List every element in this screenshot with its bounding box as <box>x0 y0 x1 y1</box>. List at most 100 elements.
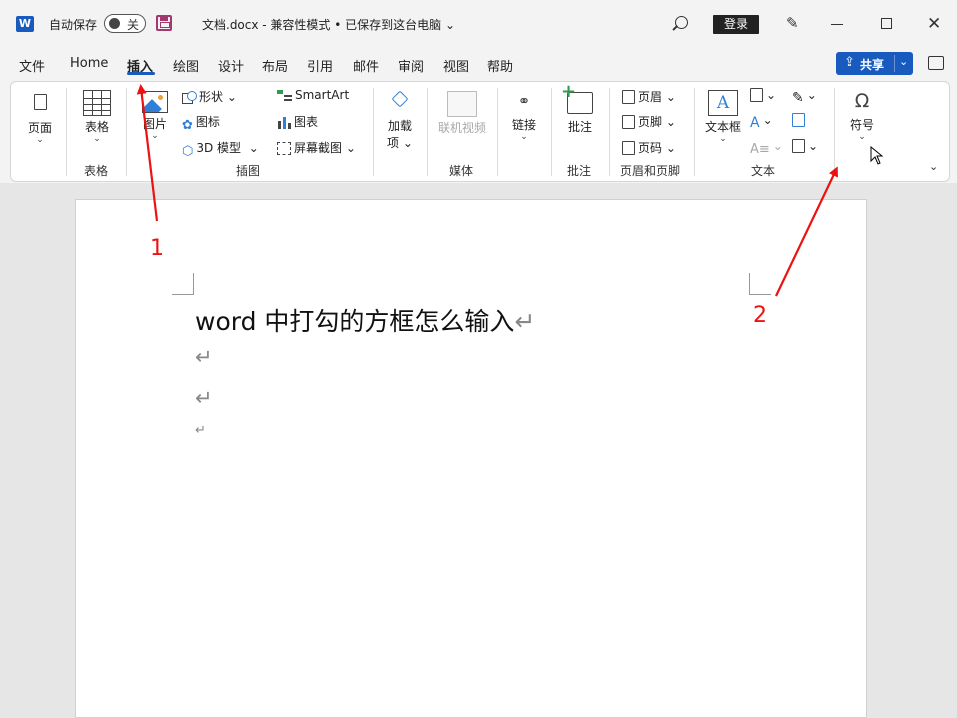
smartart-icon <box>277 90 292 102</box>
login-button[interactable]: 登录 <box>713 15 759 34</box>
table-button[interactable]: 表格 ⌄ <box>80 90 114 144</box>
page-button[interactable]: 页面 ⌄ <box>25 94 55 145</box>
paragraph-mark: ↵ <box>514 307 536 336</box>
document-title[interactable]: 文档.docx - 兼容性模式 • 已保存到这台电脑 ⌄ <box>202 16 455 33</box>
picture-icon <box>142 91 168 113</box>
chart-label: 图表 <box>294 115 319 129</box>
tab-help[interactable]: 帮助 <box>487 56 513 75</box>
textbox-button[interactable]: A 文本框 ⌄ <box>703 90 743 144</box>
screenshot-icon <box>277 142 291 155</box>
divider <box>609 88 610 176</box>
group-label-text: 文本 <box>751 164 776 178</box>
icons-icon: ✿ <box>182 118 193 133</box>
signature-line-button[interactable]: ✎ ⌄ <box>792 88 817 106</box>
chevron-down-icon: ⌄ <box>151 131 159 141</box>
tab-home[interactable]: Home <box>70 56 108 71</box>
shapes-label: 形状 <box>199 90 224 104</box>
divider <box>126 88 127 176</box>
object-button[interactable]: ⌄ <box>792 139 818 153</box>
icons-button[interactable]: ✿ 图标 <box>182 113 220 133</box>
smartart-button[interactable]: SmartArt <box>277 88 349 102</box>
addins-icon <box>392 91 408 107</box>
share-button[interactable]: ⇪ 共享 ⌄ <box>836 52 913 75</box>
tab-draw[interactable]: 绘图 <box>173 56 199 75</box>
designer-pen-icon[interactable]: ✎ <box>786 14 799 32</box>
divider <box>694 88 695 176</box>
paragraph-mark: ↵ <box>195 345 213 369</box>
crop-mark-top-right <box>749 273 771 295</box>
screenshot-label: 屏幕截图 <box>294 141 343 155</box>
textbox-label: 文本框 <box>704 120 741 134</box>
link-button[interactable]: ⚭ 链接 ⌄ <box>507 92 541 142</box>
page-number-icon <box>622 141 635 155</box>
picture-button[interactable]: 图片 ⌄ <box>139 91 171 141</box>
chevron-down-icon: ⌄ <box>719 134 727 144</box>
link-icon: ⚭ <box>517 92 531 110</box>
active-tab-indicator <box>127 72 155 75</box>
autosave-label: 自动保存 <box>49 18 98 32</box>
group-label-table: 表格 <box>84 164 109 178</box>
symbol-button[interactable]: Ω 符号 ⌄ <box>845 90 879 142</box>
shapes-button[interactable]: 形状 ⌄ <box>182 88 237 105</box>
textbox-icon: A <box>708 90 738 116</box>
cube-icon: ⬡ <box>182 144 194 159</box>
divider <box>834 88 835 176</box>
ribbon-insert: 页面 ⌄ 表格 ⌄ 表格 图片 ⌄ 形状 ⌄ ✿ 图标 ⬡ 3D 模型 ⌄ Smar… <box>10 81 950 182</box>
comment-button[interactable]: 批注 <box>561 81 597 135</box>
search-icon[interactable] <box>675 16 688 29</box>
maximize-icon[interactable] <box>881 18 892 29</box>
page-number-label: 页码 <box>638 141 663 155</box>
shapes-icon <box>182 91 197 104</box>
tab-mailings[interactable]: 邮件 <box>353 56 379 75</box>
autosave-state: 关 <box>127 18 140 32</box>
dropcap-button[interactable]: A≡ ⌄ <box>750 139 783 157</box>
save-icon[interactable] <box>156 15 172 31</box>
date-time-button[interactable] <box>792 113 808 127</box>
footer-label: 页脚 <box>638 115 663 129</box>
chevron-down-icon: ⌄ <box>858 132 866 142</box>
header-label: 页眉 <box>638 90 663 104</box>
document-text-line[interactable]: word 中打勾的方框怎么输入↵ <box>195 302 535 338</box>
screenshot-button[interactable]: 屏幕截图 ⌄ <box>277 139 356 156</box>
chevron-down-icon: ⌄ <box>36 135 44 145</box>
object-icon <box>792 139 805 153</box>
tab-design[interactable]: 设计 <box>218 56 244 75</box>
footer-button[interactable]: 页脚 ⌄ <box>622 113 676 130</box>
addins-button[interactable]: 加载 项 ⌄ <box>385 91 415 151</box>
link-label: 链接 <box>511 118 536 132</box>
dropcap-icon: A≡ <box>750 142 770 157</box>
paragraph-mark: ↵ <box>195 423 206 438</box>
tab-file[interactable]: 文件 <box>19 56 45 75</box>
omega-icon: Ω <box>854 90 870 112</box>
table-label: 表格 <box>84 120 109 134</box>
quick-parts-button[interactable]: ⌄ <box>750 88 776 102</box>
page-label: 页面 <box>27 121 52 135</box>
header-icon <box>622 90 635 104</box>
minimize-icon[interactable] <box>831 24 843 25</box>
online-video-label: 联机视频 <box>437 121 486 135</box>
quick-parts-icon <box>750 88 763 102</box>
ribbon-collapse-chevron-icon[interactable]: ⌄ <box>929 160 938 173</box>
page-number-button[interactable]: 页码 ⌄ <box>622 139 676 156</box>
chart-button[interactable]: 图表 <box>277 113 318 130</box>
wordart-icon: A <box>750 115 760 131</box>
tab-layout[interactable]: 布局 <box>262 56 288 75</box>
picture-label: 图片 <box>142 117 167 131</box>
wordart-button[interactable]: A ⌄ <box>750 113 773 131</box>
close-icon[interactable]: ✕ <box>927 14 941 34</box>
chevron-down-icon: ⌄ <box>93 134 101 144</box>
header-button[interactable]: 页眉 ⌄ <box>622 88 676 105</box>
tab-view[interactable]: 视图 <box>443 56 469 75</box>
3d-model-button[interactable]: ⬡ 3D 模型 ⌄ <box>182 139 259 159</box>
tab-review[interactable]: 审阅 <box>398 56 424 75</box>
tab-references[interactable]: 引用 <box>307 56 333 75</box>
online-video-button[interactable]: 联机视频 <box>435 91 489 136</box>
mouse-cursor-icon <box>870 146 884 165</box>
paragraph-mark: ↵ <box>195 386 213 410</box>
chevron-down-icon[interactable]: ⌄ <box>899 55 908 68</box>
page-icon <box>33 94 47 110</box>
share-icon: ⇪ <box>844 55 855 70</box>
autosave-toggle[interactable]: 关 <box>104 14 146 33</box>
comments-icon[interactable] <box>928 56 944 70</box>
divider <box>497 88 498 176</box>
